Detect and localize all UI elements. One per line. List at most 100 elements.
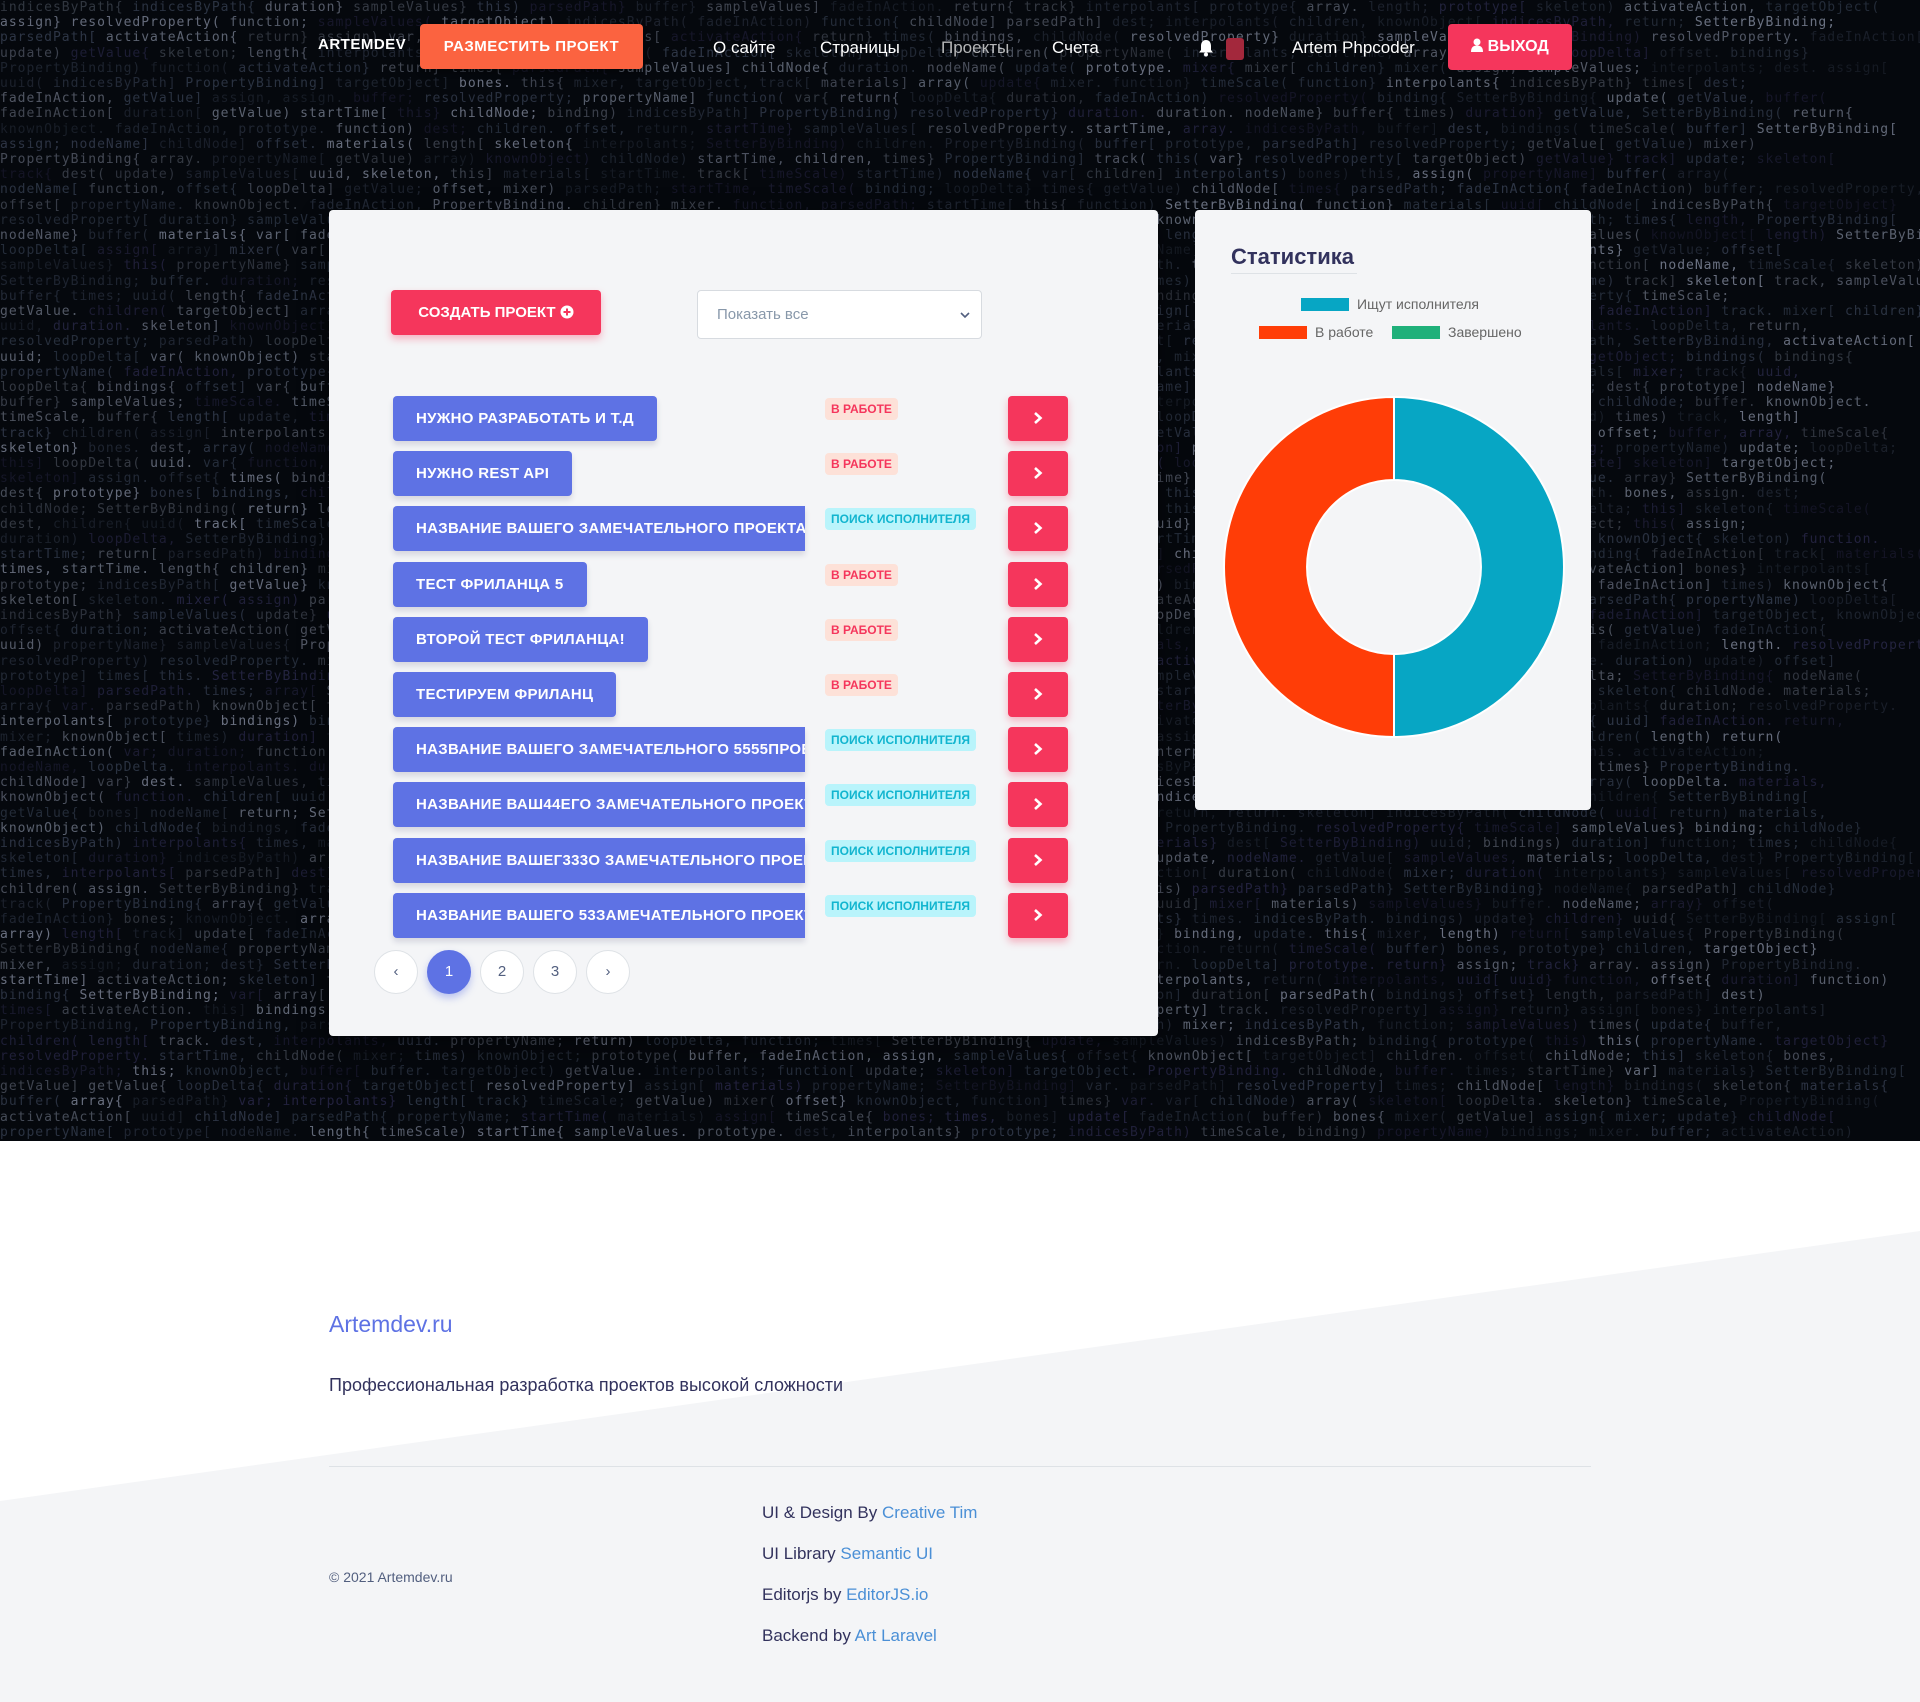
open-project-button[interactable] [1008, 451, 1068, 497]
nav-user-name[interactable]: Artem Phpcoder [1292, 38, 1415, 58]
status-badge: ПОИСК ИСПОЛНИТЕЛЯ [825, 894, 976, 917]
place-project-button[interactable]: РАЗМЕСТИТЬ ПРОЕКТ [420, 24, 643, 69]
nav-link-invoices[interactable]: Счета [1052, 38, 1099, 58]
status-badge: В РАБОТЕ [825, 398, 898, 420]
project-row: НАЗВАНИЕ ВАШЕГО ЗАМЕЧАТЕЛЬНОГО ПРОЕКТА ПО… [393, 506, 1068, 552]
footer-credit-design: UI & Design By Creative Tim [762, 1503, 977, 1523]
open-project-button[interactable] [1008, 561, 1068, 607]
status-badge: В РАБОТЕ [825, 563, 898, 586]
footer-credit-prefix: UI Library [762, 1544, 841, 1563]
project-title-button[interactable]: ВТОРОЙ ТЕСТ ФРИЛАНЦА! [393, 616, 648, 662]
project-row: НУЖНО РАЗРАБОТАТЬ И Т.Д В РАБОТЕ [393, 396, 1068, 441]
chevron-right-icon [1034, 522, 1043, 535]
donut-slice[interactable] [1223, 395, 1395, 739]
bell-icon[interactable] [1196, 38, 1216, 58]
user-icon [1471, 38, 1484, 52]
project-title-button[interactable]: НАЗВАНИЕ ВАШЕГ333О ЗАМЕЧАТЕЛЬНОГО ПРОЕКТ… [393, 837, 805, 883]
open-project-button[interactable] [1008, 782, 1068, 828]
footer-brand[interactable]: Artemdev.ru [329, 1311, 453, 1338]
project-row: НАЗВАНИЕ ВАШЕГО ЗАМЕЧАТЕЛЬНОГО 5555ПРОЕК… [393, 727, 1068, 773]
open-project-button[interactable] [1008, 672, 1068, 717]
create-project-button[interactable]: СОЗДАТЬ ПРОЕКТ [391, 290, 601, 335]
legend-label-in-progress: В работе [1315, 324, 1374, 340]
project-row: НУЖНО REST API В РАБОТЕ [393, 451, 1068, 497]
legend-swatch-completed [1392, 326, 1440, 339]
chevron-right-icon [1034, 798, 1043, 811]
project-title-button[interactable]: НАЗВАНИЕ ВАШЕГО 53ЗАМЕЧАТЕЛЬНОГО ПРОЕКТА [393, 892, 805, 938]
footer-divider [329, 1466, 1591, 1467]
chevron-right-icon [1034, 743, 1043, 756]
open-project-button[interactable] [1008, 727, 1068, 773]
plus-circle-icon [560, 305, 574, 319]
project-title-button[interactable]: НУЖНО РАЗРАБОТАТЬ И Т.Д [393, 396, 657, 441]
filter-select[interactable]: Показать все [697, 290, 982, 339]
footer-background-shape [0, 1231, 1920, 1702]
create-project-label: СОЗДАТЬ ПРОЕКТ [418, 304, 556, 321]
footer: Artemdev.ru Профессиональная разработка … [0, 1141, 1920, 1702]
open-project-button[interactable] [1008, 616, 1068, 662]
open-project-button[interactable] [1008, 396, 1068, 441]
project-row: ТЕСТ ФРИЛАНЦА 5 В РАБОТЕ [393, 561, 1068, 607]
project-row: ТЕСТИРУЕМ ФРИЛАНЦ В РАБОТЕ [393, 672, 1068, 717]
legend-item-in-progress[interactable]: В работе [1259, 324, 1373, 340]
stats-title: Статистика [1231, 244, 1354, 269]
open-project-button[interactable] [1008, 506, 1068, 552]
project-title-button[interactable]: НАЗВАНИЕ ВАШЕГО ЗАМЕЧАТЕЛЬНОГО 5555ПРОЕК… [393, 727, 805, 773]
pagination-prev[interactable]: ‹ [374, 950, 418, 994]
legend-label-searching: Ищут исполнителя [1357, 296, 1479, 312]
legend-swatch-in-progress [1259, 326, 1307, 339]
stats-donut-chart [1223, 395, 1565, 739]
legend-item-completed[interactable]: Завершено [1392, 324, 1522, 340]
avatar[interactable] [1226, 38, 1244, 60]
project-title-button[interactable]: ТЕСТ ФРИЛАНЦА 5 [393, 561, 587, 607]
status-badge: ПОИСК ИСПОЛНИТЕЛЯ [825, 508, 976, 531]
project-title-button[interactable]: НУЖНО REST API [393, 451, 573, 497]
open-project-button[interactable] [1008, 892, 1068, 938]
project-title-button[interactable]: НАЗВАНИЕ ВАШЕГО ЗАМЕЧАТЕЛЬНОГО ПРОЕКТА [393, 506, 805, 552]
logout-button[interactable]: ВЫХОД [1448, 24, 1572, 70]
pagination-next[interactable]: › [586, 950, 630, 994]
chevron-right-icon [1034, 688, 1043, 700]
pagination-page-3[interactable]: 3 [533, 950, 577, 994]
legend-label-completed: Завершено [1448, 324, 1522, 340]
footer-credit-backend: Backend by Art Laravel [762, 1626, 937, 1646]
status-badge: ПОИСК ИСПОЛНИТЕЛЯ [825, 784, 976, 807]
chevron-right-icon [1034, 467, 1043, 480]
footer-credit-ui-library: UI Library Semantic UI [762, 1544, 933, 1564]
footer-copyright: © 2021 Artemdev.ru [329, 1569, 453, 1585]
donut-slice[interactable] [1393, 395, 1565, 739]
navbar: ARTEMDEV РАЗМЕСТИТЬ ПРОЕКТ О сайте Стран… [0, 0, 1920, 100]
filter-select-value: Показать все [717, 306, 809, 323]
nav-brand[interactable]: ARTEMDEV [318, 36, 406, 53]
project-row: НАЗВАНИЕ ВАШЕГО 53ЗАМЕЧАТЕЛЬНОГО ПРОЕКТА… [393, 892, 1068, 938]
project-row: НАЗВАНИЕ ВАШЕГ333О ЗАМЕЧАТЕЛЬНОГО ПРОЕКТ… [393, 837, 1068, 883]
chevron-down-icon [960, 312, 970, 319]
open-project-button[interactable] [1008, 837, 1068, 883]
legend-item-searching[interactable]: Ищут исполнителя [1301, 296, 1479, 312]
footer-tagline: Профессиональная разработка проектов выс… [329, 1375, 844, 1395]
footer-credit-prefix: Backend by [762, 1626, 855, 1645]
legend-swatch-searching [1301, 298, 1349, 311]
logout-label: ВЫХОД [1487, 38, 1549, 55]
status-badge: В РАБОТЕ [825, 453, 898, 476]
stats-card: Статистика Ищут исполнителя В работе Зав… [1195, 210, 1591, 810]
nav-link-pages[interactable]: Страницы [820, 38, 900, 58]
nav-link-projects[interactable]: Проекты [941, 38, 1009, 58]
project-title-button[interactable]: ТЕСТИРУЕМ ФРИЛАНЦ [393, 672, 617, 717]
project-row: НАЗВАНИЕ ВАШ44ЕГО ЗАМЕЧАТЕЛЬНОГО ПРОЕКТА… [393, 782, 1068, 828]
footer-link-semantic-ui[interactable]: Semantic UI [840, 1544, 933, 1563]
pagination-page-1[interactable]: 1 [427, 950, 471, 994]
status-badge: ПОИСК ИСПОЛНИТЕЛЯ [825, 839, 976, 862]
footer-link-art-laravel[interactable]: Art Laravel [855, 1626, 937, 1645]
nav-link-about[interactable]: О сайте [713, 38, 775, 58]
hero-section: indicesByPath{ indicesByPath{ duration} … [0, 0, 1920, 1141]
chevron-right-icon [1034, 853, 1043, 866]
stats-divider [1231, 273, 1357, 274]
footer-link-creative-tim[interactable]: Creative Tim [882, 1503, 977, 1522]
chevron-right-icon [1034, 577, 1043, 590]
pagination-page-2[interactable]: 2 [480, 950, 524, 994]
chevron-right-icon [1034, 908, 1043, 921]
project-row: ВТОРОЙ ТЕСТ ФРИЛАНЦА! В РАБОТЕ [393, 616, 1068, 662]
footer-link-editorjs[interactable]: EditorJS.io [846, 1585, 928, 1604]
project-title-button[interactable]: НАЗВАНИЕ ВАШ44ЕГО ЗАМЕЧАТЕЛЬНОГО ПРОЕКТА [393, 782, 805, 828]
